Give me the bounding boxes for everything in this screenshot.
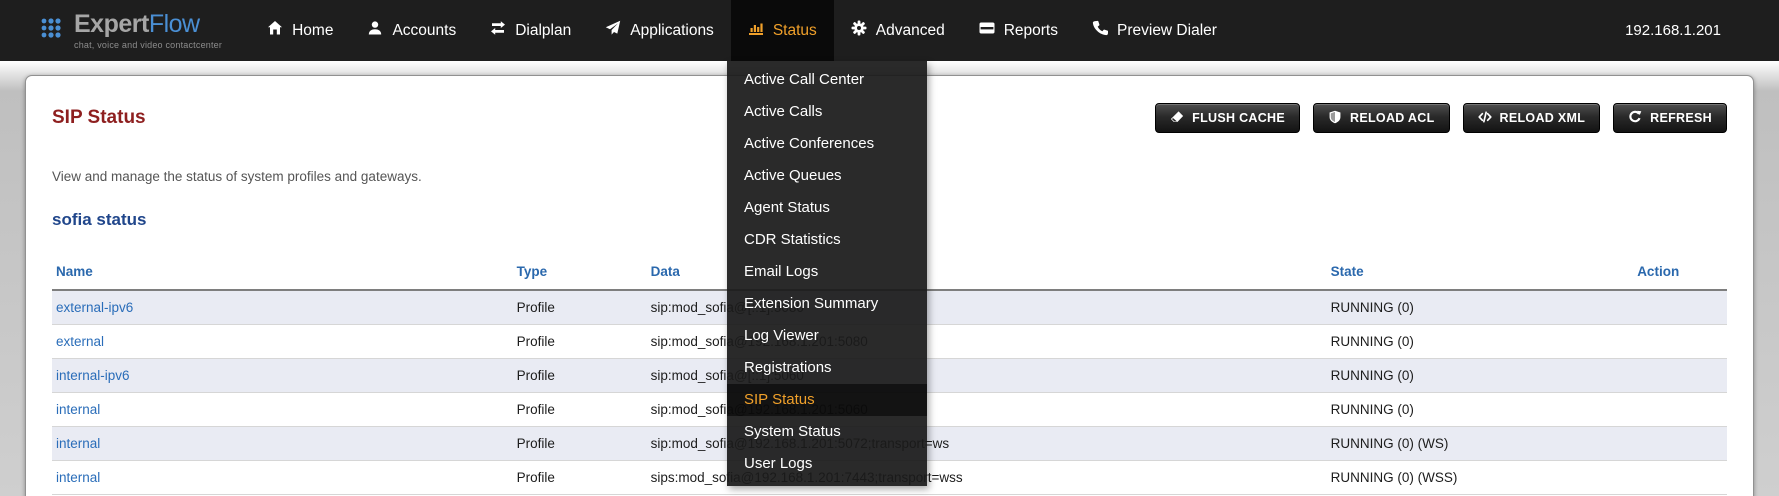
nav-item-home[interactable]: Home bbox=[250, 0, 350, 61]
page-title: SIP Status bbox=[52, 107, 146, 129]
brand-logo[interactable]: ExpertFlow chat, voice and video contact… bbox=[40, 11, 222, 49]
button-label: REFRESH bbox=[1650, 111, 1712, 125]
nav-item-label: Advanced bbox=[876, 22, 945, 40]
menu-item-sip-status[interactable]: SIP Status bbox=[727, 384, 927, 416]
menu-item-active-queues[interactable]: Active Queues bbox=[727, 160, 927, 192]
nav-item-label: Applications bbox=[630, 22, 714, 40]
state-cell: RUNNING (0) bbox=[1327, 393, 1634, 427]
brand-expert: Expert bbox=[74, 10, 149, 38]
button-label: RELOAD ACL bbox=[1350, 111, 1434, 125]
type-cell: Profile bbox=[513, 325, 647, 359]
exchange-icon bbox=[490, 20, 506, 41]
shield-icon bbox=[1328, 110, 1342, 127]
nav-item-preview-dialer[interactable]: Preview Dialer bbox=[1075, 0, 1234, 61]
status-dropdown-menu: Active Call Center Active Calls Active C… bbox=[727, 61, 927, 486]
menu-item-registrations[interactable]: Registrations bbox=[727, 352, 927, 384]
nav-item-status[interactable]: Status bbox=[731, 0, 834, 61]
nav-item-label: Reports bbox=[1004, 22, 1058, 40]
menu-item-log-viewer[interactable]: Log Viewer bbox=[727, 320, 927, 352]
action-cell bbox=[1633, 359, 1727, 393]
flush-cache-button[interactable]: FLUSH CACHE bbox=[1155, 103, 1300, 133]
menu-item-agent-status[interactable]: Agent Status bbox=[727, 192, 927, 224]
action-cell bbox=[1633, 393, 1727, 427]
menu-item-cdr-statistics[interactable]: CDR Statistics bbox=[727, 224, 927, 256]
nav-item-label: Home bbox=[292, 22, 333, 40]
column-header-state: State bbox=[1327, 256, 1634, 290]
nav-item-dialplan[interactable]: Dialplan bbox=[473, 0, 588, 61]
nav-menu: Home Accounts Dialplan Applications Stat… bbox=[250, 0, 1234, 61]
profile-link[interactable]: internal bbox=[56, 470, 100, 485]
app-screen: ExpertFlow chat, voice and video contact… bbox=[0, 0, 1779, 496]
nav-item-reports[interactable]: Reports bbox=[962, 0, 1075, 61]
button-label: FLUSH CACHE bbox=[1192, 111, 1285, 125]
menu-item-system-status[interactable]: System Status bbox=[727, 416, 927, 448]
phone-icon bbox=[1092, 20, 1108, 41]
type-cell: Profile bbox=[513, 393, 647, 427]
state-cell: RUNNING (0) bbox=[1327, 359, 1634, 393]
reload-acl-button[interactable]: RELOAD ACL bbox=[1313, 103, 1449, 133]
state-cell: RUNNING (0) (WSS) bbox=[1327, 461, 1634, 495]
brand-tagline: chat, voice and video contactcenter bbox=[74, 40, 222, 50]
logo-dots-icon bbox=[40, 15, 66, 46]
action-cell bbox=[1633, 461, 1727, 495]
menu-item-user-logs[interactable]: User Logs bbox=[727, 448, 927, 480]
menu-item-email-logs[interactable]: Email Logs bbox=[727, 256, 927, 288]
column-header-action: Action bbox=[1633, 256, 1727, 290]
menu-item-active-conferences[interactable]: Active Conferences bbox=[727, 128, 927, 160]
eraser-icon bbox=[1170, 110, 1184, 127]
menu-item-active-call-center[interactable]: Active Call Center bbox=[727, 64, 927, 96]
top-navbar: ExpertFlow chat, voice and video contact… bbox=[0, 0, 1779, 61]
bar-chart-icon bbox=[748, 20, 764, 41]
user-icon bbox=[367, 20, 383, 41]
type-cell: Profile bbox=[513, 359, 647, 393]
hdd-icon bbox=[979, 20, 995, 41]
column-header-name: Name bbox=[52, 256, 513, 290]
column-header-type: Type bbox=[513, 256, 647, 290]
type-cell: Profile bbox=[513, 427, 647, 461]
refresh-button[interactable]: REFRESH bbox=[1613, 103, 1727, 133]
state-cell: RUNNING (0) bbox=[1327, 290, 1634, 325]
nav-item-advanced[interactable]: Advanced bbox=[834, 0, 962, 61]
gear-icon bbox=[851, 20, 867, 41]
button-label: RELOAD XML bbox=[1500, 111, 1586, 125]
profile-link[interactable]: external-ipv6 bbox=[56, 300, 133, 315]
profile-link[interactable]: internal bbox=[56, 402, 100, 417]
code-icon bbox=[1478, 110, 1492, 127]
profile-link[interactable]: internal bbox=[56, 436, 100, 451]
type-cell: Profile bbox=[513, 290, 647, 325]
state-cell: RUNNING (0) bbox=[1327, 325, 1634, 359]
nav-item-label: Accounts bbox=[392, 22, 456, 40]
refresh-icon bbox=[1628, 110, 1642, 127]
action-cell bbox=[1633, 290, 1727, 325]
profile-link[interactable]: external bbox=[56, 334, 104, 349]
action-cell bbox=[1633, 325, 1727, 359]
paper-plane-icon bbox=[605, 20, 621, 41]
reload-xml-button[interactable]: RELOAD XML bbox=[1463, 103, 1601, 133]
logo-text: ExpertFlow chat, voice and video contact… bbox=[74, 11, 222, 49]
profile-link[interactable]: internal-ipv6 bbox=[56, 368, 130, 383]
type-cell: Profile bbox=[513, 461, 647, 495]
brand-flow: Flow bbox=[149, 10, 200, 38]
nav-item-accounts[interactable]: Accounts bbox=[350, 0, 473, 61]
nav-item-label: Status bbox=[773, 22, 817, 40]
action-cell bbox=[1633, 427, 1727, 461]
menu-item-extension-summary[interactable]: Extension Summary bbox=[727, 288, 927, 320]
menu-item-active-calls[interactable]: Active Calls bbox=[727, 96, 927, 128]
nav-item-label: Preview Dialer bbox=[1117, 22, 1217, 40]
state-cell: RUNNING (0) (WS) bbox=[1327, 427, 1634, 461]
nav-item-applications[interactable]: Applications bbox=[588, 0, 731, 61]
nav-item-label: Dialplan bbox=[515, 22, 571, 40]
toolbar: FLUSH CACHE RELOAD ACL RELOAD XML REFRES… bbox=[1155, 103, 1727, 133]
server-address: 192.168.1.201 bbox=[1625, 22, 1721, 39]
home-icon bbox=[267, 20, 283, 41]
